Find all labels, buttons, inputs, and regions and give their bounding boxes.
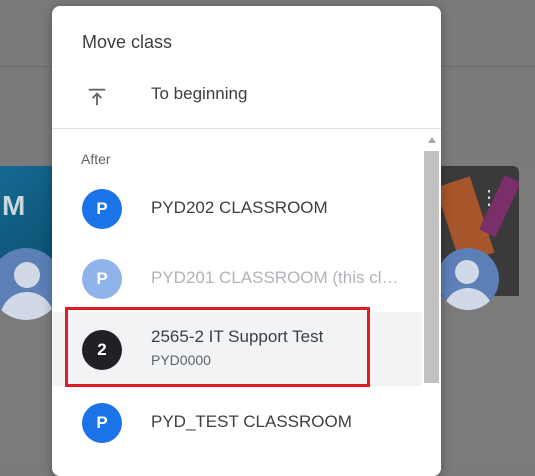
class-name: 2565-2 IT Support Test <box>151 327 324 346</box>
class-list: After P PYD202 CLASSROOM P PYD201 CLASSR… <box>52 129 422 476</box>
to-beginning-option[interactable]: To beginning <box>52 70 441 124</box>
vertical-align-top-icon <box>88 88 106 106</box>
banner-mark: M <box>2 190 26 221</box>
class-name: PYD202 CLASSROOM <box>151 198 328 217</box>
class-initial-avatar: P <box>82 259 122 299</box>
move-class-dialog: Move class To beginning After P PYD202 C… <box>52 6 441 476</box>
background-class-card-right: ⋮ <box>437 166 535 465</box>
class-option-pyd202[interactable]: P PYD202 CLASSROOM <box>52 172 422 246</box>
scroll-up-arrow-icon[interactable] <box>428 137 436 143</box>
dialog-title: Move class <box>82 32 173 52</box>
class-option-pyd201: P PYD201 CLASSROOM (this class) <box>52 242 422 316</box>
background-class-card-left: M <box>0 166 62 465</box>
class-option-pyd-test[interactable]: P PYD_TEST CLASSROOM <box>52 386 422 460</box>
avatar-icon <box>437 248 499 310</box>
scrollbar[interactable] <box>423 129 441 476</box>
section-label-after: After <box>81 151 111 167</box>
class-option-2565-2[interactable]: 2 2565-2 IT Support Test PYD0000 <box>52 312 422 386</box>
class-initial-avatar: P <box>82 189 122 229</box>
class-initial-avatar: P <box>82 403 122 443</box>
to-beginning-label: To beginning <box>151 84 248 103</box>
scrollbar-thumb[interactable] <box>424 151 439 383</box>
class-section: PYD0000 <box>151 352 211 368</box>
class-initial-avatar: 2 <box>82 330 122 370</box>
class-name: PYD_TEST CLASSROOM <box>151 412 352 431</box>
class-name: PYD201 CLASSROOM (this class) <box>151 268 399 287</box>
more-vert-icon: ⋮ <box>479 187 499 209</box>
